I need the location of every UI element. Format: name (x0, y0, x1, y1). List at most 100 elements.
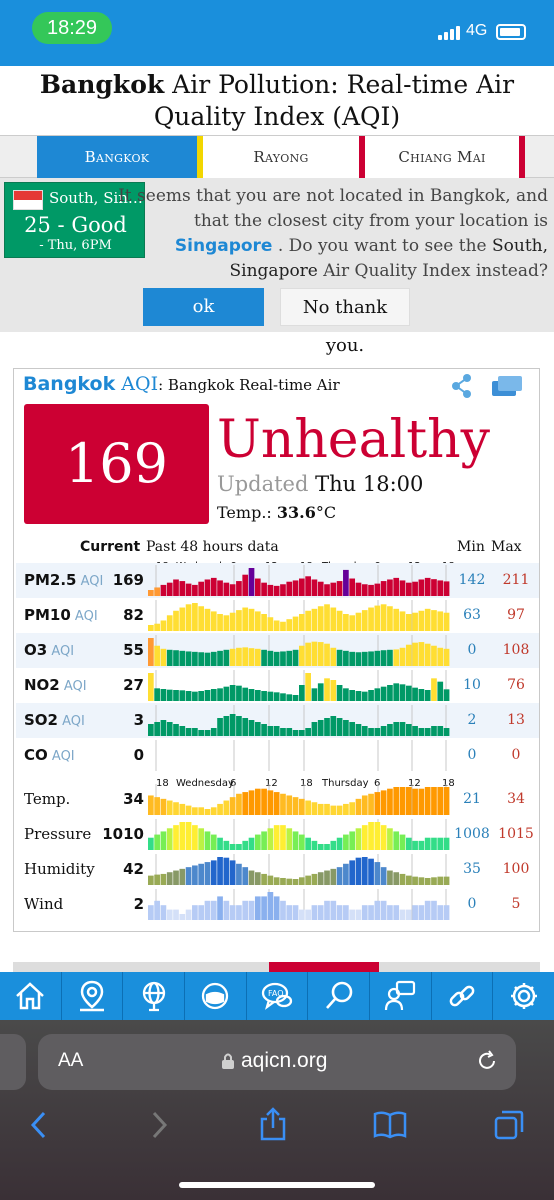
msg-city-link[interactable]: Singapore (175, 236, 273, 256)
home-button[interactable] (0, 972, 62, 1020)
history-chart[interactable] (148, 784, 450, 815)
history-bar (173, 870, 179, 885)
bookmarks-icon[interactable] (372, 1110, 408, 1140)
history-bar (292, 797, 299, 815)
back-icon[interactable] (28, 1110, 50, 1140)
history-bar (286, 795, 293, 815)
history-bar (292, 730, 299, 736)
globe-button[interactable] (123, 972, 186, 1020)
data-row: SO2 AQI 3 2 13 (16, 703, 539, 738)
history-bar (242, 607, 249, 631)
history-bar (160, 798, 167, 815)
history-chart[interactable] (148, 854, 450, 885)
mask-button[interactable] (185, 972, 247, 1020)
history-bar (173, 650, 179, 666)
history-bar (443, 728, 450, 736)
tab-bangkok[interactable]: Bangkok (37, 136, 197, 178)
history-bar (368, 793, 374, 815)
history-bar (355, 582, 362, 596)
history-bar (380, 581, 387, 596)
history-bar (361, 610, 368, 631)
search-button[interactable] (308, 972, 371, 1020)
history-bar (374, 728, 381, 736)
history-bar (443, 876, 450, 885)
temp-value: 33.6 (276, 503, 316, 522)
history-bar (437, 681, 444, 701)
location-button[interactable] (62, 972, 124, 1020)
link-button[interactable] (432, 972, 494, 1020)
history-bar (261, 788, 267, 815)
aqi-condition: Unhealthy (217, 410, 490, 470)
history-bar (204, 579, 211, 596)
history-bar (185, 822, 192, 850)
history-bar (343, 803, 349, 815)
share-icon[interactable] (450, 373, 474, 399)
history-bar (299, 578, 305, 596)
no-thanks-button[interactable]: No thank you. (280, 288, 410, 356)
history-bar (160, 831, 167, 850)
history-bar (317, 683, 324, 701)
history-chart[interactable] (148, 705, 450, 736)
settings-button[interactable] (493, 972, 554, 1020)
history-chart[interactable] (148, 565, 450, 596)
history-bar (349, 651, 356, 666)
history-bar (330, 805, 337, 815)
share-sheet-icon[interactable] (258, 1106, 288, 1142)
history-bar (324, 844, 330, 850)
history-bar (443, 689, 450, 701)
history-bar (305, 576, 311, 596)
faq-button[interactable]: FAQ (247, 972, 309, 1020)
current-value: 1010 (102, 825, 144, 843)
min-header: Min (457, 539, 485, 555)
address-bar[interactable]: AA aqicn.org (38, 1034, 516, 1090)
history-bar (280, 900, 286, 920)
row-name: Temp. (24, 790, 71, 808)
max-value: 0 (511, 747, 521, 763)
previous-tab-preview[interactable] (0, 1034, 26, 1090)
tabs-icon[interactable] (492, 1108, 526, 1142)
history-chart[interactable] (148, 819, 450, 850)
status-bar: 18:29 4G (0, 0, 554, 66)
history-bar (154, 688, 160, 701)
reload-icon[interactable] (475, 1049, 499, 1073)
history-bar (261, 873, 267, 885)
ok-button[interactable]: ok (143, 288, 264, 326)
history-chart[interactable] (148, 635, 450, 666)
browser-toolbar: AA aqicn.org (0, 1020, 554, 1200)
current-value: 34 (123, 790, 144, 808)
data-row: O3 AQI 55 0 108 (16, 633, 539, 668)
history-bar (236, 905, 242, 920)
row-name: PM2.5 (24, 571, 77, 589)
history-chart[interactable] (148, 740, 450, 771)
row-name: Wind (24, 895, 64, 913)
forward-icon[interactable] (148, 1110, 170, 1140)
history-chart[interactable] (148, 889, 450, 920)
history-bar (380, 726, 387, 736)
reader-text-size-button[interactable]: AA (58, 1050, 83, 1072)
history-bar (418, 579, 425, 596)
history-bar (412, 642, 418, 666)
history-bar (324, 643, 330, 666)
history-bar (223, 615, 230, 631)
feedback-button[interactable] (370, 972, 432, 1020)
history-bar (166, 689, 173, 701)
tab-rayong[interactable]: Rayong (203, 136, 359, 178)
embed-icon[interactable] (492, 375, 524, 397)
history-bar (393, 787, 400, 815)
location-message: It seems that you are not located in Ban… (118, 184, 548, 284)
history-bar (273, 651, 280, 666)
history-bar (305, 673, 311, 701)
tab-chiang-mai[interactable]: Chiang Mai (365, 136, 519, 178)
history-chart[interactable] (148, 600, 450, 631)
history-bar (349, 722, 356, 736)
history-bar (160, 720, 167, 736)
history-bar (185, 691, 192, 701)
history-bar (355, 652, 362, 666)
history-chart[interactable] (148, 670, 450, 701)
history-bar (198, 606, 205, 631)
history-bar (355, 691, 362, 701)
history-bar (229, 612, 236, 631)
history-bar (179, 914, 186, 920)
history-bar (242, 647, 249, 666)
history-bar (210, 900, 217, 920)
